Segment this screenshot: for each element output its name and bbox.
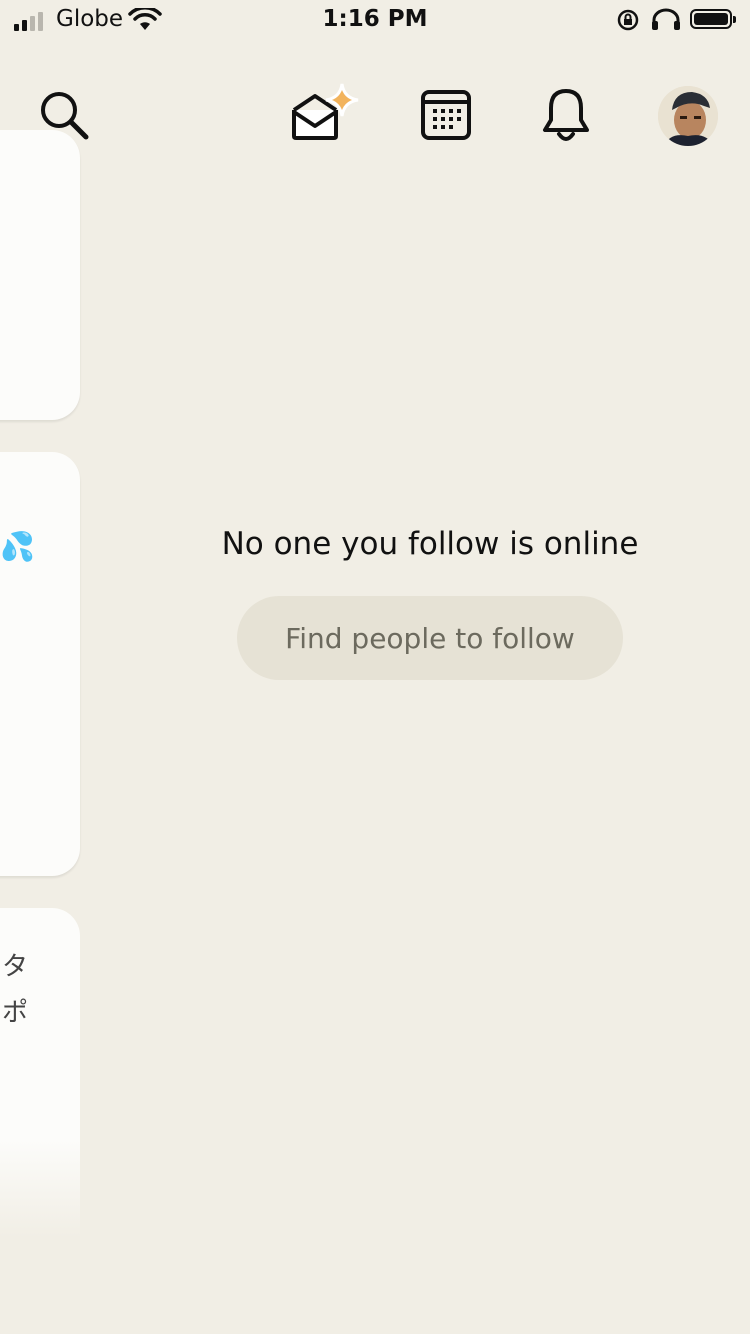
card-title: タ ポ bbox=[2, 944, 28, 1036]
status-bar: Globe 1:16 PM bbox=[0, 0, 750, 40]
avatar[interactable] bbox=[658, 86, 718, 146]
empty-state-message: No one you follow is online bbox=[221, 526, 639, 562]
room-card[interactable]: タ ポ bbox=[0, 908, 80, 1238]
invite-envelope-icon[interactable] bbox=[290, 80, 362, 142]
card-emoji: 💦 bbox=[0, 530, 35, 563]
room-card[interactable] bbox=[0, 130, 80, 420]
calendar-icon[interactable] bbox=[420, 88, 472, 140]
headphones-icon bbox=[652, 8, 680, 30]
find-people-button[interactable]: Find people to follow bbox=[237, 596, 623, 680]
battery-icon bbox=[690, 9, 736, 29]
bell-icon[interactable] bbox=[540, 86, 592, 144]
room-card[interactable]: 💦 bbox=[0, 452, 80, 876]
card-title-line: ポ bbox=[2, 998, 29, 1028]
rotation-lock-icon bbox=[617, 9, 639, 31]
avatar-photo bbox=[658, 86, 718, 146]
card-title-line: タ bbox=[2, 952, 29, 982]
